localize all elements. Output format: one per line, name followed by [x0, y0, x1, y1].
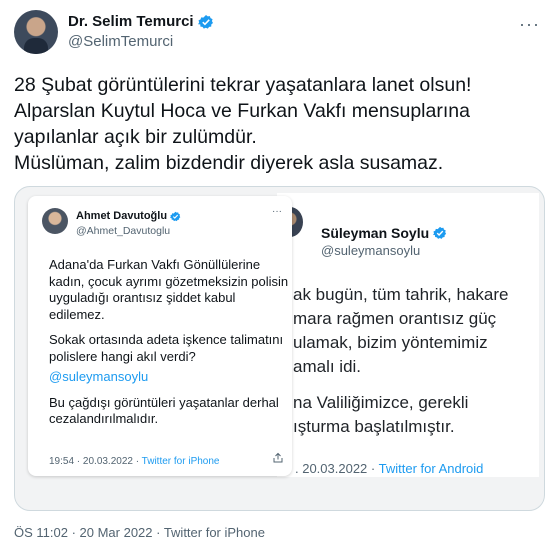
davutoglu-handle: @Ahmet_Davutoglu — [76, 225, 171, 237]
davutoglu-source: Twitter for iPhone — [141, 456, 220, 467]
davutoglu-paragraph: Bu çağdışı görüntüleri yaşatanlar derhal… — [49, 394, 279, 427]
davutoglu-mention: @suleymansoylu — [49, 369, 149, 384]
davutoglu-name: Ahmet Davutoğlu — [76, 210, 168, 222]
author-avatar[interactable] — [14, 10, 58, 54]
verified-icon — [170, 211, 181, 221]
soylu-line: amalı idi. — [293, 357, 362, 376]
davutoglu-date: 19:54 · 20.03.2022 · — [49, 456, 142, 467]
share-icon — [273, 452, 283, 463]
embedded-tweet-davutoglu: Ahmet Davutoğlu @Ahmet_Davutoglu ··· Ada… — [28, 196, 292, 476]
soylu-date: . 20.03.2022 · — [295, 461, 379, 476]
davutoglu-meta: 19:54 · 20.03.2022 · Twitter for iPhone — [49, 456, 219, 467]
verified-icon — [197, 14, 213, 29]
davutoglu-avatar — [42, 208, 68, 234]
soylu-line: na Valiliğimizce, gerekli — [293, 393, 469, 412]
soylu-line: ulamak, bizim yöntemimiz — [293, 333, 488, 352]
embedded-tweet-soylu: Süleyman Soylu @suleymansoylu ak bugün, … — [277, 193, 539, 477]
davutoglu-paragraph: Adana'da Furkan Vakfı Gönüllülerine kadı… — [49, 257, 289, 322]
soylu-line: mara rağmen orantısız güç — [293, 309, 497, 328]
author-handle[interactable]: @SelimTemurci — [68, 33, 173, 50]
verified-icon — [433, 226, 447, 239]
soylu-line: ak bugün, tüm tahrik, hakare — [293, 285, 509, 304]
tweet-line: Alparslan Kuytul Hoca ve Furkan Vakfı me… — [14, 100, 470, 122]
davutoglu-name-row: Ahmet Davutoğlu — [76, 210, 181, 222]
soylu-source: Twitter for Android — [378, 461, 484, 476]
tweet-line: 28 Şubat görüntülerini tekrar yaşatanlar… — [14, 74, 472, 96]
author-name[interactable]: Dr. Selim Temurci — [68, 13, 194, 30]
more-options-icon: ··· — [272, 206, 282, 217]
soylu-line: ışturma başlatılmıştır. — [293, 417, 455, 436]
more-options-icon[interactable]: ··· — [519, 14, 540, 35]
soylu-tweet-text: ak bugün, tüm tahrik, hakare mara rağmen… — [293, 283, 508, 439]
tweet-text: 28 Şubat görüntülerini tekrar yaşatanlar… — [14, 72, 544, 176]
tweet-media-image[interactable]: Süleyman Soylu @suleymansoylu ak bugün, … — [14, 186, 545, 511]
soylu-meta: . 20.03.2022 · Twitter for Android — [295, 461, 483, 476]
davutoglu-tweet-text: Adana'da Furkan Vakfı Gönüllülerine kadı… — [49, 257, 289, 437]
soylu-handle: @suleymansoylu — [321, 243, 421, 258]
tweet-line: yapılanlar açık bir zulümdür. — [14, 126, 257, 148]
davutoglu-paragraph: Sokak ortasında adeta işkence talimatını… — [49, 332, 284, 364]
tweet-line: Müslüman, zalim bizdendir diyerek asla s… — [14, 152, 444, 174]
tweet-timestamp[interactable]: ÖS 11:02 · 20 Mar 2022 · Twitter for iPh… — [14, 525, 265, 540]
author-name-row[interactable]: Dr. Selim Temurci — [68, 13, 214, 30]
soylu-name: Süleyman Soylu — [321, 225, 430, 241]
soylu-name-row: Süleyman Soylu — [321, 225, 447, 241]
